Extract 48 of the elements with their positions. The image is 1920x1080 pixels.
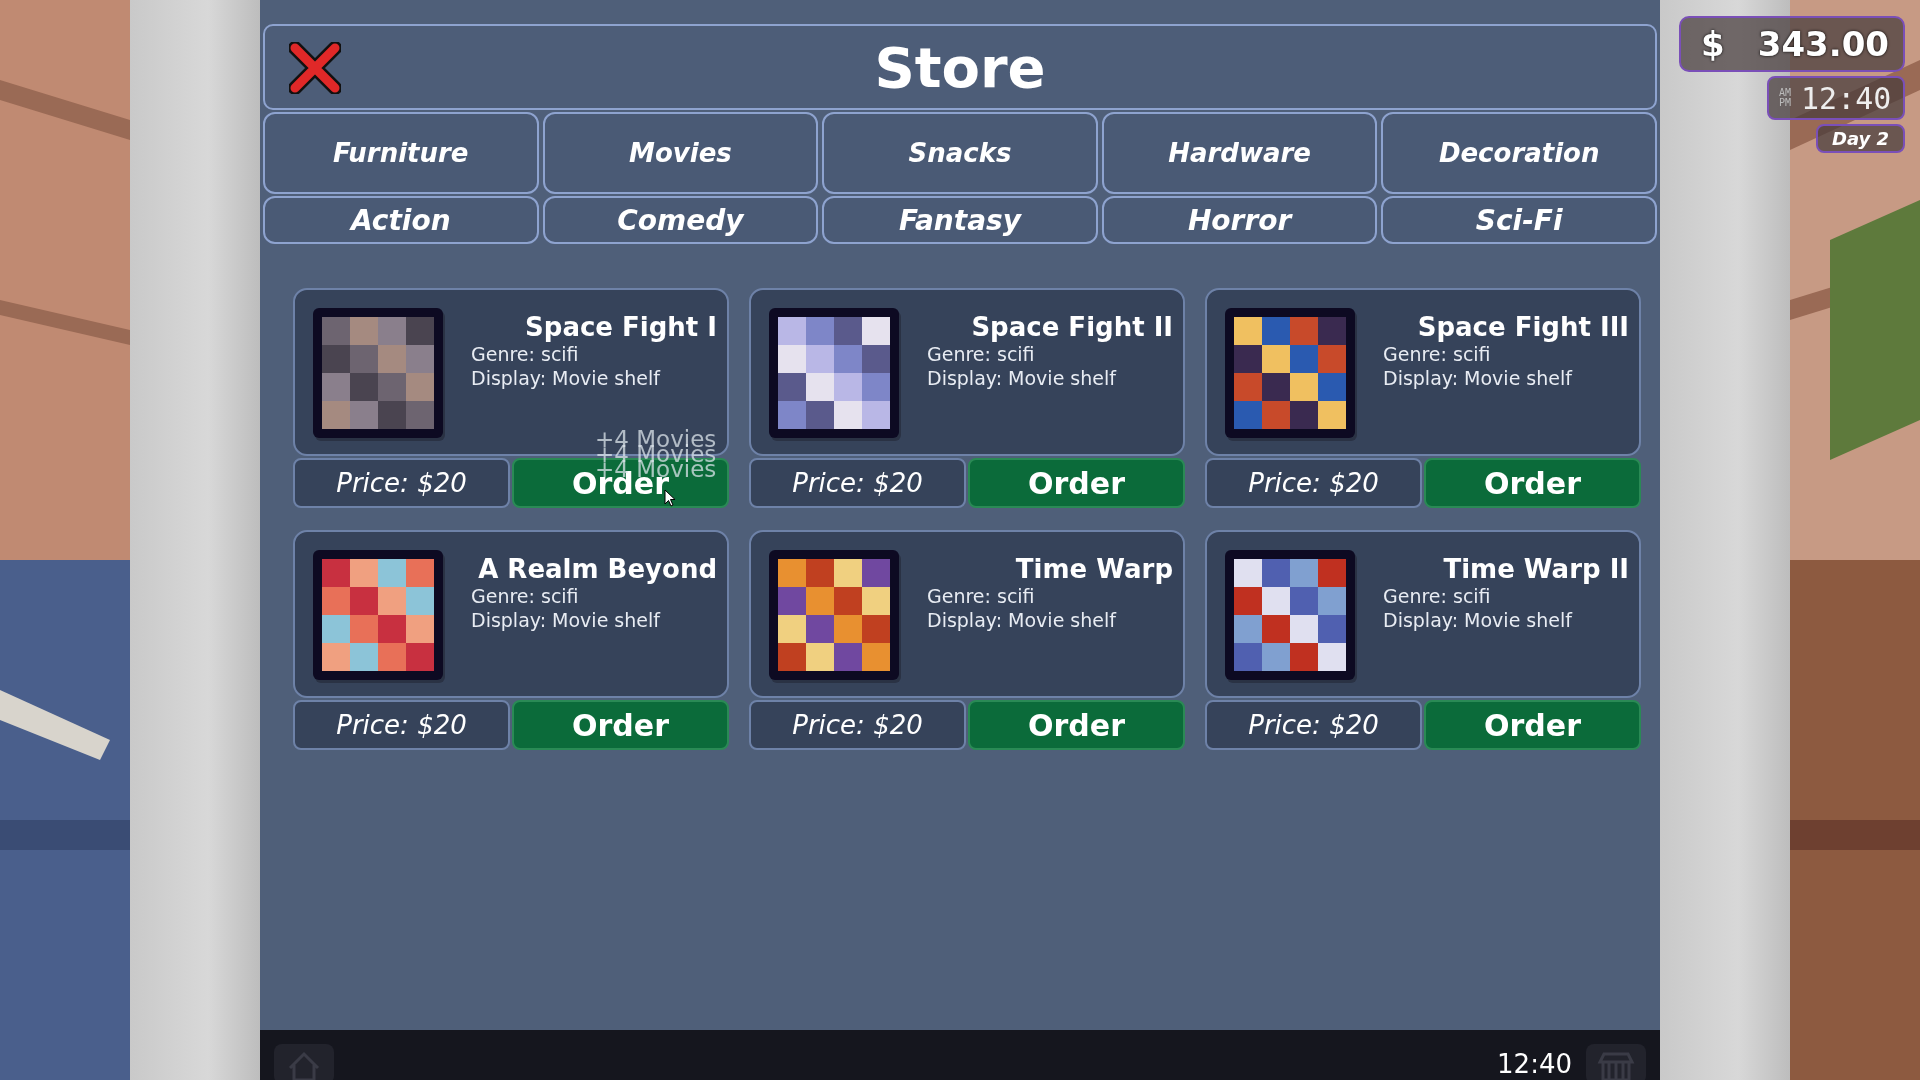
genre-tab[interactable]: Fantasy — [822, 196, 1098, 244]
category-tab[interactable]: Decoration — [1381, 112, 1657, 194]
item-title: Time Warp II — [1442, 554, 1629, 584]
order-button[interactable]: Order — [968, 700, 1185, 750]
item-price: Price: $20 — [293, 458, 510, 508]
pm-label: PM — [1779, 98, 1792, 108]
category-tab[interactable]: Furniture — [263, 112, 539, 194]
item-title: Space Fight II — [970, 312, 1173, 342]
order-button[interactable]: Order — [512, 700, 729, 750]
item-display: Display: Movie shelf — [927, 608, 1118, 632]
item-genre: Genre: scifi — [927, 342, 1036, 366]
category-tab[interactable]: Snacks — [822, 112, 1098, 194]
item-genre: Genre: scifi — [1383, 584, 1492, 608]
item-title: A Realm Beyond — [477, 554, 717, 584]
item-title: Time Warp — [1014, 554, 1173, 584]
genre-tab[interactable]: Action — [263, 196, 539, 244]
item-price: Price: $20 — [749, 700, 966, 750]
taskbar-clock: 12:40 — [1497, 1048, 1572, 1080]
item-price: Price: $20 — [749, 458, 966, 508]
money-amount: 343.00 — [1757, 24, 1889, 64]
item-genre: Genre: scifi — [927, 584, 1036, 608]
category-tab[interactable]: Movies — [542, 112, 819, 194]
genre-tab[interactable]: Sci-Fi — [1381, 196, 1657, 244]
category-tab[interactable]: Hardware — [1101, 112, 1378, 194]
close-icon[interactable] — [289, 42, 341, 94]
item-price: Price: $20 — [1205, 458, 1422, 508]
item-price: Price: $20 — [1205, 700, 1422, 750]
item-display: Display: Movie shelf — [471, 366, 662, 390]
genre-tab[interactable]: Horror — [1101, 196, 1378, 244]
am-label: AM — [1779, 88, 1792, 98]
order-button[interactable]: Order — [1424, 700, 1641, 750]
currency-symbol: $ — [1701, 24, 1725, 64]
item-display: Display: Movie shelf — [471, 608, 662, 632]
item-display: Display: Movie shelf — [927, 366, 1118, 390]
order-button[interactable]: Order — [968, 458, 1185, 508]
item-display: Display: Movie shelf — [1383, 608, 1574, 632]
item-display: Display: Movie shelf — [1383, 366, 1574, 390]
clock-time: 12:40 — [1801, 80, 1892, 116]
item-title: Space Fight III — [1416, 312, 1629, 342]
item-title: Space Fight I — [524, 312, 717, 342]
day-counter: Day 2 — [1815, 124, 1905, 153]
item-price: Price: $20 — [293, 700, 510, 750]
order-button[interactable]: Order — [1424, 458, 1641, 508]
item-genre: Genre: scifi — [471, 584, 580, 608]
store-title: Store — [874, 34, 1046, 100]
item-genre: Genre: scifi — [1383, 342, 1492, 366]
genre-tab[interactable]: Comedy — [542, 196, 819, 244]
item-genre: Genre: scifi — [471, 342, 580, 366]
